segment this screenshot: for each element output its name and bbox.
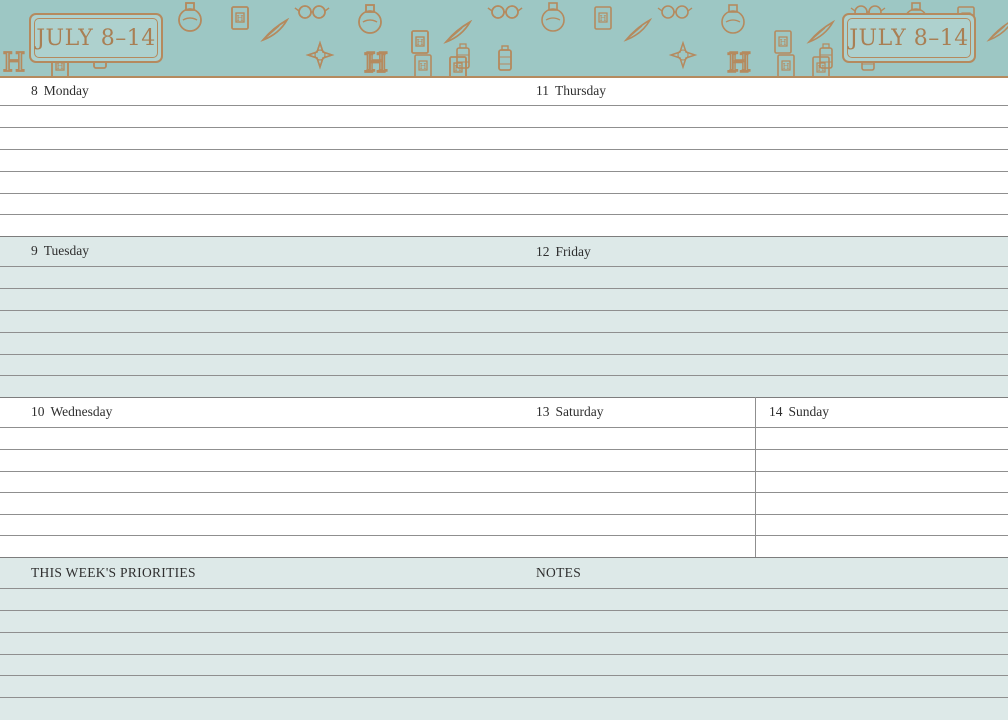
writing-line[interactable] (0, 632, 1008, 633)
writing-line[interactable] (0, 310, 1008, 311)
priorities-heading: THIS WEEK'S PRIORITIES (31, 565, 196, 580)
day-label-friday: 12 Friday (536, 244, 591, 260)
day-number: 9 (31, 243, 38, 258)
week-range-text: JULY 8–14 (849, 25, 969, 51)
writing-line[interactable] (0, 288, 1008, 289)
section-wed-sat-sun (0, 397, 1008, 557)
section-divider (0, 397, 1008, 398)
day-name: Wednesday (50, 404, 113, 419)
writing-line[interactable] (0, 127, 1008, 128)
day-label-tuesday: 9 Tuesday (31, 243, 89, 259)
section-divider (0, 557, 1008, 558)
day-name: Sunday (788, 404, 830, 419)
saturday-sunday-divider (755, 397, 756, 557)
writing-line[interactable] (0, 610, 1008, 611)
writing-line[interactable] (0, 354, 1008, 355)
day-label-wednesday: 10 Wednesday (31, 404, 112, 420)
writing-line[interactable] (0, 149, 1008, 150)
week-range-badge-right: JULY 8–14 (842, 13, 976, 63)
week-range-text: JULY 8–14 (36, 25, 156, 51)
writing-line[interactable] (0, 675, 1008, 676)
writing-line[interactable] (0, 266, 1008, 267)
writing-line[interactable] (0, 654, 1008, 655)
writing-line[interactable] (0, 514, 1008, 515)
writing-line[interactable] (0, 171, 1008, 172)
day-label-thursday: 11 Thursday (536, 83, 606, 99)
writing-line[interactable] (0, 449, 1008, 450)
week-header-band: H H (0, 0, 1008, 76)
section-divider (0, 236, 1008, 237)
day-name: Saturday (555, 404, 604, 419)
writing-line[interactable] (0, 214, 1008, 215)
notes-heading: NOTES (536, 565, 581, 580)
day-name: Friday (555, 244, 591, 259)
day-name: Thursday (555, 83, 606, 98)
day-number: 14 (769, 404, 783, 419)
writing-line[interactable] (0, 193, 1008, 194)
writing-line[interactable] (0, 427, 1008, 428)
section-tue-fri (0, 237, 1008, 397)
day-label-saturday: 13 Saturday (536, 404, 604, 420)
week-range-badge-left: JULY 8–14 (29, 13, 163, 63)
day-number: 12 (536, 244, 550, 259)
writing-line[interactable] (0, 697, 1008, 698)
section-mon-thu (0, 78, 1008, 236)
writing-line[interactable] (0, 105, 1008, 106)
writing-line[interactable] (0, 332, 1008, 333)
day-number: 10 (31, 404, 45, 419)
day-label-sunday: 14 Sunday (769, 404, 829, 420)
day-label-monday: 8 Monday (31, 83, 89, 99)
section-priorities-notes (0, 557, 1008, 720)
writing-line[interactable] (0, 375, 1008, 376)
writing-line[interactable] (0, 492, 1008, 493)
day-number: 11 (536, 83, 549, 98)
day-number: 13 (536, 404, 550, 419)
writing-line[interactable] (0, 588, 1008, 589)
writing-line[interactable] (0, 535, 1008, 536)
day-number: 8 (31, 83, 38, 98)
day-name: Monday (43, 83, 89, 98)
day-name: Tuesday (43, 243, 90, 258)
writing-line[interactable] (0, 471, 1008, 472)
